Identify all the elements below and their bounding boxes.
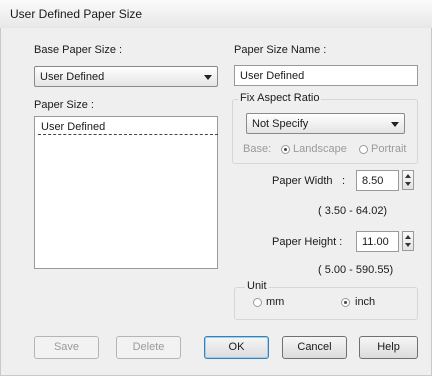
unit-label: Unit	[245, 280, 269, 292]
mm-radio[interactable]	[253, 298, 262, 307]
inch-label: inch	[355, 296, 376, 308]
fix-aspect-ratio-label: Fix Aspect Ratio	[238, 92, 322, 104]
inch-radio[interactable]	[341, 298, 350, 307]
paper-width-range: ( 3.50 - 64.02)	[318, 205, 388, 217]
ok-button[interactable]: OK	[204, 336, 269, 359]
spin-down-icon	[405, 243, 411, 247]
paper-height-value: 11.00	[362, 236, 389, 248]
landscape-radio[interactable]	[281, 145, 290, 154]
landscape-label: Landscape	[293, 143, 347, 155]
paper-height-label: Paper Height :	[272, 236, 343, 248]
help-button[interactable]: Help	[359, 336, 418, 359]
paper-height-input[interactable]: 11.00	[356, 231, 399, 252]
paper-width-value: 8.50	[362, 175, 384, 187]
paper-width-colon: :	[342, 175, 346, 187]
base-paper-size-dropdown[interactable]: User Defined	[34, 66, 218, 87]
fix-aspect-ratio-dropdown[interactable]: Not Specify	[246, 113, 405, 134]
cancel-button[interactable]: Cancel	[282, 336, 347, 359]
fix-aspect-ratio-value: Not Specify	[252, 118, 309, 130]
list-item-focus	[38, 120, 218, 135]
paper-size-list[interactable]: User Defined	[34, 116, 218, 269]
delete-button[interactable]: Delete	[116, 336, 181, 359]
paper-width-input[interactable]: 8.50	[356, 170, 399, 191]
paper-height-range: ( 5.00 - 590.55)	[318, 264, 394, 276]
chevron-down-icon	[204, 75, 212, 80]
base-label: Base:	[243, 143, 272, 155]
spin-up-icon	[405, 235, 411, 239]
portrait-label: Portrait	[371, 143, 407, 155]
paper-width-label: Paper Width	[272, 175, 333, 187]
paper-size-label: Paper Size :	[34, 99, 94, 111]
title-bar[interactable]: User Defined Paper Size	[0, 0, 432, 29]
base-paper-size-value: User Defined	[40, 71, 105, 83]
paper-size-name-field[interactable]: User Defined	[234, 65, 418, 86]
paper-size-name-label: Paper Size Name :	[234, 44, 327, 56]
spin-down-icon	[405, 182, 411, 186]
save-button[interactable]: Save	[34, 336, 99, 359]
paper-size-name-value: User Defined	[240, 70, 305, 82]
base-paper-size-label: Base Paper Size :	[34, 44, 123, 56]
chevron-down-icon	[391, 122, 399, 127]
mm-label: mm	[266, 296, 285, 308]
window-title: User Defined Paper Size	[10, 7, 143, 21]
paper-height-spinner[interactable]	[402, 231, 414, 251]
portrait-radio[interactable]	[359, 145, 368, 154]
paper-width-spinner[interactable]	[402, 170, 414, 190]
spin-up-icon	[405, 174, 411, 178]
